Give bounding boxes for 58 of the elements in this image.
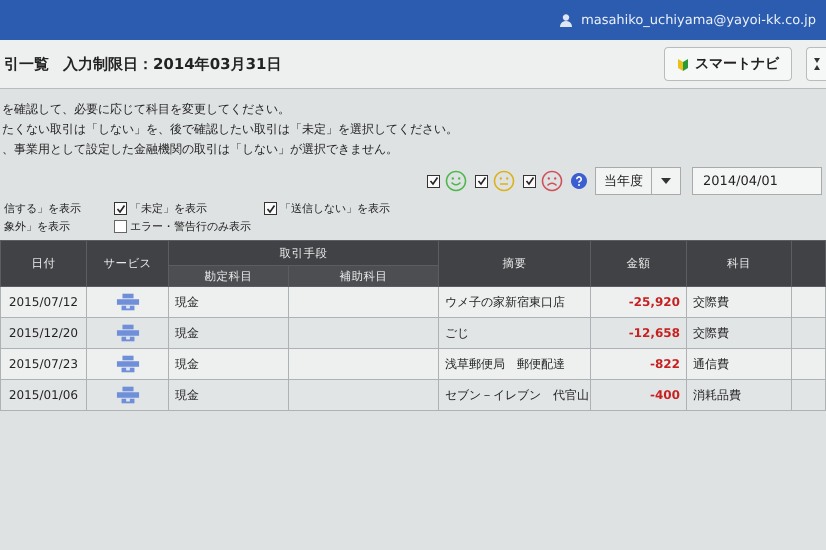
deadline-text: 入力制限日：2014年03月31日 xyxy=(63,54,282,74)
filter-label: 象外」を表示 xyxy=(4,219,70,234)
page-title: 引一覧 xyxy=(4,54,49,74)
user-icon xyxy=(559,13,574,27)
account-cell: 現金 xyxy=(168,348,288,380)
category-cell: 交際費 xyxy=(686,318,792,348)
amount-cell: -400 xyxy=(590,380,686,410)
checkbox[interactable] xyxy=(114,202,127,215)
column-header: 日付 xyxy=(0,240,86,286)
column-header: 取引手段 xyxy=(168,240,438,266)
instruction-text: 、事業用として設定した金融機関の取引は「しない」が選択できません。 xyxy=(2,141,399,158)
column-header: サービス xyxy=(86,240,168,286)
filter-label: 「送信しない」を表示 xyxy=(280,201,390,216)
category-cell: 通信費 xyxy=(686,348,792,380)
period-dropdown[interactable]: 当年度 xyxy=(595,167,681,195)
date-cell: 2015/07/12 xyxy=(0,286,86,318)
date-field[interactable]: 2014/04/01 xyxy=(692,167,822,195)
column-header: 科目 xyxy=(686,240,792,286)
expand-button[interactable] xyxy=(806,47,826,81)
filter-label: 信する」を表示 xyxy=(4,201,81,216)
description-cell: 浅草郵便局 郵便配達 xyxy=(438,348,590,380)
column-header: 勘定科目 xyxy=(168,266,288,286)
register-icon xyxy=(116,355,140,373)
register-icon xyxy=(116,293,140,311)
category-cell: 消耗品費 xyxy=(686,380,792,410)
help-icon[interactable] xyxy=(571,173,587,189)
account-cell: 現金 xyxy=(168,380,288,410)
instruction-text: を確認して、必要に応じて科目を変更してください。 xyxy=(2,101,291,118)
amount-cell: -12,658 xyxy=(590,318,686,348)
checkbox[interactable] xyxy=(475,174,488,188)
register-icon xyxy=(116,324,140,342)
checkbox[interactable] xyxy=(427,174,440,188)
filter-label: エラー・警告行のみ表示 xyxy=(130,219,251,234)
caret-icon xyxy=(661,178,671,184)
amount-cell: -822 xyxy=(590,348,686,380)
date-cell: 2015/01/06 xyxy=(0,380,86,410)
filter-label: 「未定」を表示 xyxy=(130,201,207,216)
account-cell: 現金 xyxy=(168,318,288,348)
checkbox[interactable] xyxy=(114,220,127,233)
amount-cell: -25,920 xyxy=(590,286,686,318)
checkbox[interactable] xyxy=(264,202,277,215)
date-cell: 2015/07/23 xyxy=(0,348,86,380)
user-email: masahiko_uchiyama@yayoi-kk.co.jp xyxy=(581,12,816,28)
column-header: 摘要 xyxy=(438,240,590,286)
smart-navi-button[interactable]: スマートナビ xyxy=(664,47,792,81)
beginner-mark-icon xyxy=(677,57,689,71)
checkbox[interactable] xyxy=(523,174,536,188)
account-cell: 現金 xyxy=(168,286,288,318)
register-icon xyxy=(116,386,140,404)
category-cell: 交際費 xyxy=(686,286,792,318)
description-cell: セブン－イレブン 代官山 xyxy=(438,380,590,410)
arrows-icon xyxy=(812,57,822,71)
description-cell: ウメ子の家新宿東口店 xyxy=(438,286,590,318)
date-cell: 2015/12/20 xyxy=(0,318,86,348)
column-header: 補助科目 xyxy=(288,266,438,286)
instruction-text: たくない取引は「しない」を、後で確認したい取引は「未定」を選択してください。 xyxy=(2,121,459,138)
column-header: 金額 xyxy=(590,240,686,286)
description-cell: ごじ xyxy=(438,318,590,348)
